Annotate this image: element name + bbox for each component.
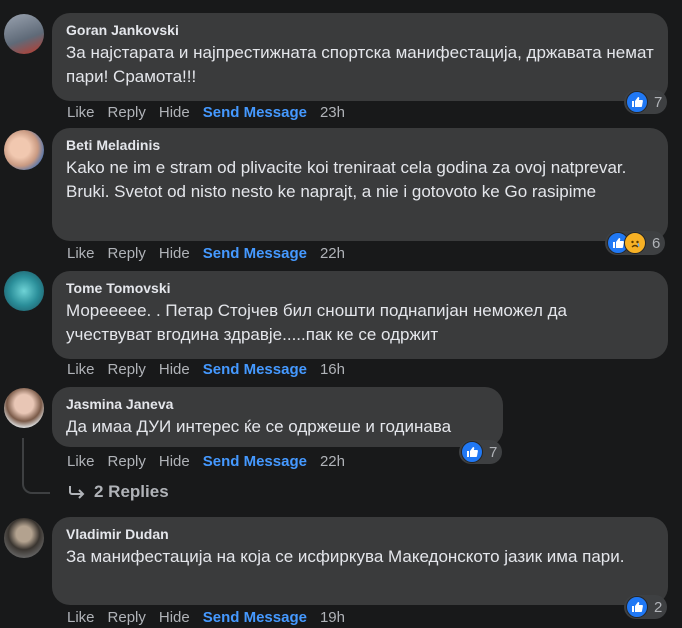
hide-button[interactable]: Hide xyxy=(159,104,190,121)
comment-author[interactable]: Tome Tomovski xyxy=(66,279,656,297)
comment-text: За манифестација на која се исфиркува Ма… xyxy=(66,547,625,566)
view-replies-link[interactable]: 2 Replies xyxy=(68,482,169,502)
send-message-button[interactable]: Send Message xyxy=(203,245,307,262)
like-reaction-icon xyxy=(461,441,483,463)
like-button[interactable]: Like xyxy=(67,245,95,262)
comment-bubble: Vladimir Dudan За манифестација на која … xyxy=(52,517,668,605)
reply-thread-line xyxy=(22,438,50,494)
comment-author[interactable]: Vladimir Dudan xyxy=(66,525,656,543)
comment-time[interactable]: 19h xyxy=(320,609,345,626)
comment-time[interactable]: 16h xyxy=(320,361,345,378)
reaction-count[interactable]: 7 xyxy=(624,90,668,114)
hide-button[interactable]: Hide xyxy=(159,609,190,626)
sad-reaction-icon xyxy=(624,232,646,254)
like-button[interactable]: Like xyxy=(67,453,95,470)
reply-button[interactable]: Reply xyxy=(108,453,146,470)
like-button[interactable]: Like xyxy=(67,609,95,626)
send-message-button[interactable]: Send Message xyxy=(203,104,307,121)
replies-label: 2 Replies xyxy=(94,482,169,501)
comment-bubble: Beti Meladinis Kako ne im e stram od pli… xyxy=(52,128,668,241)
reaction-number: 2 xyxy=(654,598,663,616)
reply-button[interactable]: Reply xyxy=(108,609,146,626)
reaction-number: 6 xyxy=(652,234,661,252)
comment-time[interactable]: 22h xyxy=(320,245,345,262)
comment-time[interactable]: 23h xyxy=(320,104,345,121)
reaction-count[interactable]: 6 xyxy=(605,231,666,255)
comment-author[interactable]: Beti Meladinis xyxy=(66,136,656,154)
avatar[interactable] xyxy=(4,518,44,558)
comment-author[interactable]: Jasmina Janeva xyxy=(66,395,491,413)
comment-text: Да имаа ДУИ интерес ќе се одржеше и годи… xyxy=(66,417,452,436)
comment-actions: Like Reply Hide Send Message 22h xyxy=(67,453,358,470)
reaction-number: 7 xyxy=(489,443,498,461)
comment-actions: Like Reply Hide Send Message 16h xyxy=(67,361,358,378)
reply-button[interactable]: Reply xyxy=(108,361,146,378)
like-button[interactable]: Like xyxy=(67,361,95,378)
comment-bubble: Jasmina Janeva Да имаа ДУИ интерес ќе се… xyxy=(52,387,503,447)
avatar[interactable] xyxy=(4,271,44,311)
hide-button[interactable]: Hide xyxy=(159,453,190,470)
send-message-button[interactable]: Send Message xyxy=(203,361,307,378)
comment-bubble: Tome Tomovski Мореееее. . Петар Стојчев … xyxy=(52,271,668,359)
comment-bubble: Goran Jankovski За најстарата и најпрест… xyxy=(52,13,668,101)
comment-text: Kako ne im e stram od plivacite koi tren… xyxy=(66,158,627,201)
avatar[interactable] xyxy=(4,130,44,170)
comment-text: Мореееее. . Петар Стојчев бил сношти под… xyxy=(66,301,567,344)
comment-actions: Like Reply Hide Send Message 23h xyxy=(67,104,358,121)
avatar[interactable] xyxy=(4,14,44,54)
comment-time[interactable]: 22h xyxy=(320,453,345,470)
like-reaction-icon xyxy=(626,596,648,618)
reply-arrow-icon xyxy=(69,486,85,499)
like-button[interactable]: Like xyxy=(67,104,95,121)
hide-button[interactable]: Hide xyxy=(159,245,190,262)
reply-button[interactable]: Reply xyxy=(108,104,146,121)
reaction-number: 7 xyxy=(654,93,663,111)
comment-actions: Like Reply Hide Send Message 19h xyxy=(67,609,358,626)
reply-button[interactable]: Reply xyxy=(108,245,146,262)
reaction-count[interactable]: 2 xyxy=(624,595,668,619)
avatar[interactable] xyxy=(4,388,44,428)
comment-actions: Like Reply Hide Send Message 22h xyxy=(67,245,358,262)
send-message-button[interactable]: Send Message xyxy=(203,609,307,626)
comment-text: За најстарата и најпрестижната спортска … xyxy=(66,43,654,86)
send-message-button[interactable]: Send Message xyxy=(203,453,307,470)
hide-button[interactable]: Hide xyxy=(159,361,190,378)
comment-author[interactable]: Goran Jankovski xyxy=(66,21,656,39)
reaction-count[interactable]: 7 xyxy=(459,440,503,464)
like-reaction-icon xyxy=(626,91,648,113)
